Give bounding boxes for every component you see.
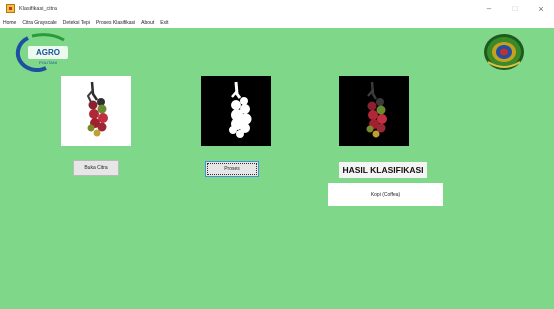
menu-bar: Home Citra Grayscale Deteksi Tepi Proses… bbox=[0, 17, 554, 28]
title-bar: Klasifikasi_citra – □ × bbox=[0, 0, 554, 17]
original-image bbox=[61, 76, 131, 146]
window-title: Klasifikasi_citra bbox=[19, 5, 57, 12]
logo-text: AGRO bbox=[36, 48, 60, 57]
agro-logo: AGRO POLITANI bbox=[15, 33, 68, 72]
process-button[interactable]: Proses bbox=[205, 161, 259, 177]
window-controls: – □ × bbox=[476, 0, 554, 17]
app-icon bbox=[6, 4, 15, 13]
close-button[interactable]: × bbox=[528, 0, 554, 17]
masked-image bbox=[339, 76, 409, 146]
open-image-button[interactable]: Buka Citra bbox=[73, 160, 119, 176]
result-field: Kopi (Coffea) bbox=[328, 183, 443, 206]
menu-exit[interactable]: Exit bbox=[160, 20, 168, 26]
logo-subtext: POLITANI bbox=[39, 60, 57, 65]
menu-citra-grayscale[interactable]: Citra Grayscale bbox=[22, 20, 56, 26]
binary-image bbox=[201, 76, 271, 146]
menu-home[interactable]: Home bbox=[3, 20, 16, 26]
minimize-button[interactable]: – bbox=[476, 0, 502, 17]
menu-proses-klasifikasi[interactable]: Proses Klasifikasi bbox=[96, 20, 135, 26]
menu-deteksi-tepi[interactable]: Deteksi Tepi bbox=[63, 20, 90, 26]
menu-about[interactable]: About bbox=[141, 20, 154, 26]
maximize-button[interactable]: □ bbox=[502, 0, 528, 17]
result-heading: HASIL KLASIFIKASI bbox=[339, 162, 427, 178]
main-panel: AGRO POLITANI Buka Citra Proses HASIL KL… bbox=[0, 28, 554, 309]
emblem-icon bbox=[484, 34, 524, 70]
